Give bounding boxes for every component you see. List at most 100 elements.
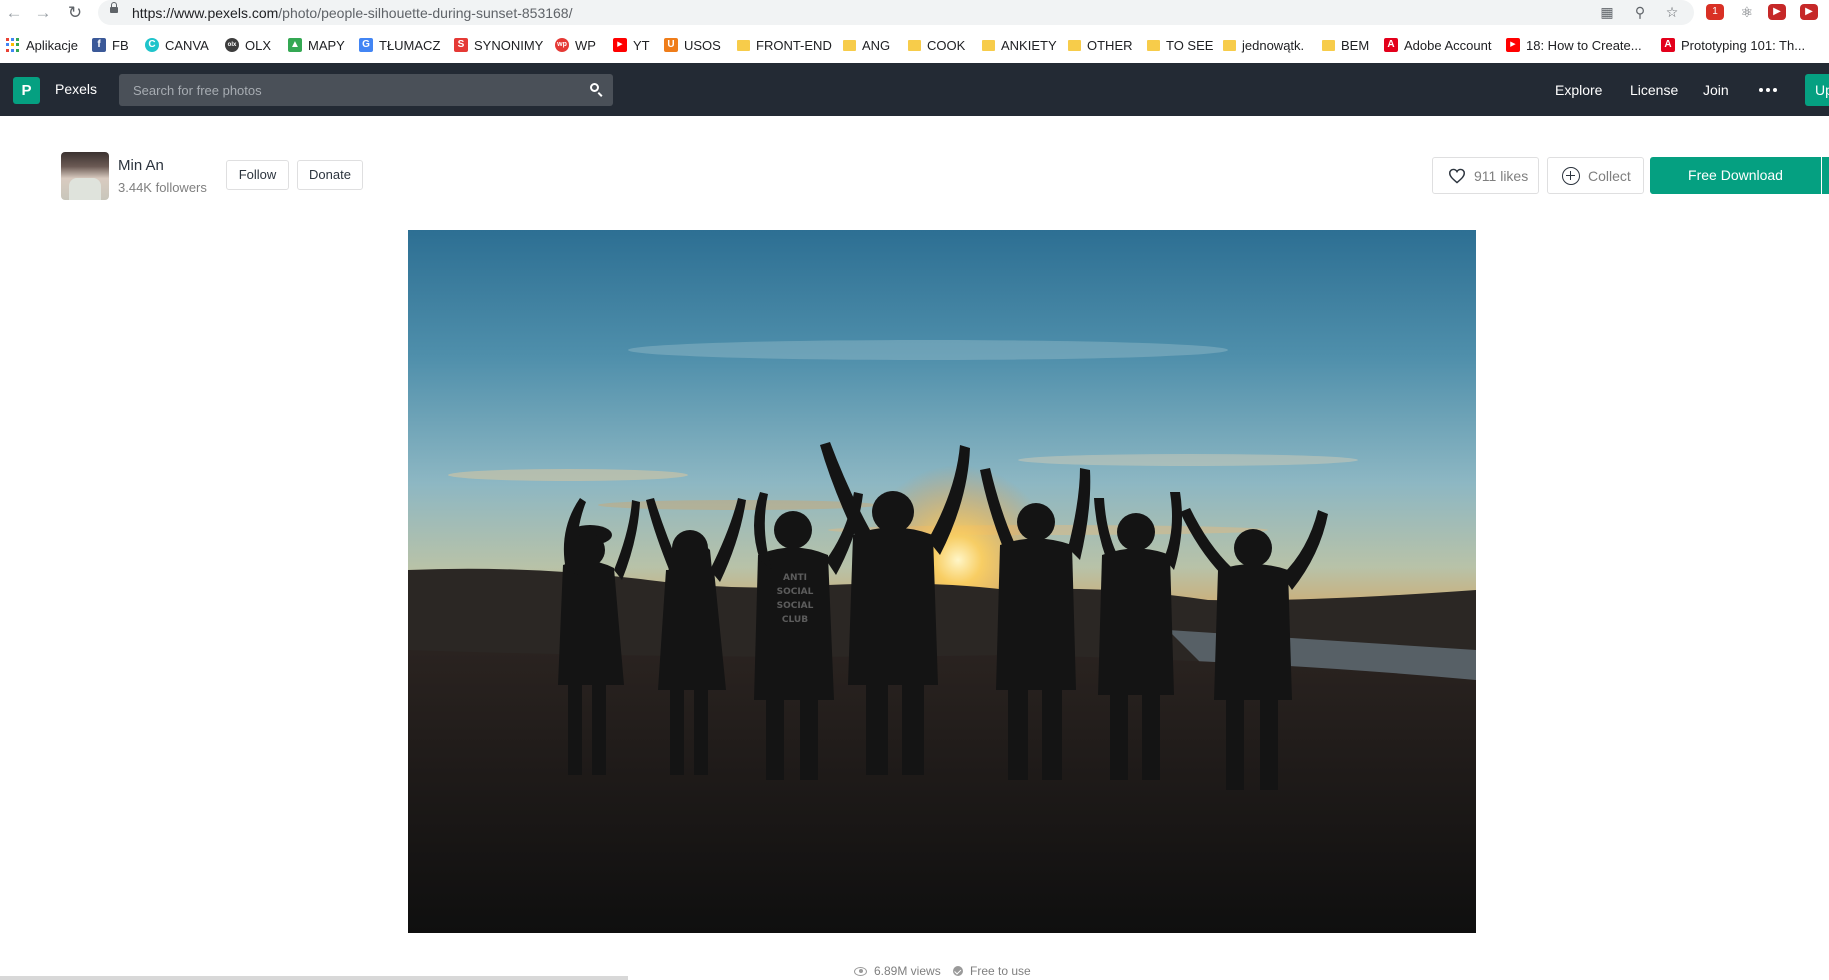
bookmark-usos[interactable]: U USOS [664, 37, 721, 53]
horizontal-scrollbar[interactable] [0, 976, 628, 980]
back-arrow-icon[interactable]: ← [4, 3, 24, 23]
bookmark-tlumacz[interactable]: G TŁUMACZ [359, 37, 440, 53]
brand-name[interactable]: Pexels [55, 81, 97, 97]
bookmark-folder[interactable]: ANKIETY [982, 37, 1057, 53]
forward-arrow-icon[interactable]: → [33, 3, 53, 23]
extension-icon[interactable]: 1 [1706, 4, 1724, 20]
bookmark-label: YT [633, 37, 650, 53]
bookmark-yt[interactable]: ▶ YT [613, 37, 650, 53]
lock-icon [110, 2, 118, 13]
google-translate-icon: G [359, 38, 373, 52]
main-photo[interactable]: ANTI SOCIAL SOCIAL CLUB [408, 230, 1476, 933]
eye-icon [854, 966, 867, 976]
bookmark-fb[interactable]: f FB [92, 37, 129, 53]
nav-join[interactable]: Join [1703, 82, 1729, 98]
bookmark-wp[interactable]: wp WP [555, 37, 596, 53]
star-icon[interactable]: ☆ [1663, 3, 1681, 21]
license-stat[interactable]: Free to use [953, 964, 1031, 978]
google-maps-icon: ▲ [288, 38, 302, 52]
folder-icon [1223, 39, 1236, 51]
reload-icon[interactable]: ↻ [65, 3, 85, 23]
canva-icon: C [145, 38, 159, 52]
bookmark-label: SYNONIMY [474, 37, 544, 53]
heart-icon [1448, 168, 1466, 184]
extension-red-icon[interactable]: ▶ [1768, 4, 1786, 20]
bookmark-label: BEM [1341, 37, 1370, 53]
bookmark-olx[interactable]: olx OLX [225, 37, 271, 53]
like-button[interactable]: 911 likes [1432, 157, 1539, 194]
bookmark-label: TO SEE [1166, 37, 1214, 53]
more-dots-icon[interactable] [1759, 88, 1777, 92]
bookmark-folder[interactable]: COOK [908, 37, 965, 53]
browser-address-bar: ← → ↻ https://www.pexels.com/photo/peopl… [0, 0, 1829, 27]
shirt-print-line: SOCIAL [777, 601, 814, 611]
bookmark-label: OLX [245, 37, 272, 53]
free-download-button[interactable]: Free Download [1650, 157, 1821, 194]
upload-button[interactable]: Up [1805, 74, 1829, 106]
bookmark-label: FB [112, 37, 129, 53]
url-field[interactable]: https://www.pexels.com/photo/people-silh… [98, 0, 1694, 25]
bookmark-youtube-video[interactable]: ▶ 18: How to Create... [1506, 37, 1642, 53]
collect-label: Collect [1588, 168, 1631, 184]
search-input[interactable] [133, 74, 573, 106]
youtube-icon: ▶ [613, 38, 627, 52]
search-icon[interactable] [590, 83, 599, 92]
bookmark-prototyping[interactable]: A Prototyping 101: Th... [1661, 37, 1805, 53]
bookmark-adobe-account[interactable]: A Adobe Account [1384, 37, 1491, 53]
bookmark-label: WP [575, 37, 596, 53]
folder-icon [1068, 39, 1081, 51]
shirt-print-line: ANTI [783, 573, 807, 583]
bookmark-synonimy[interactable]: S SYNONIMY [454, 37, 543, 53]
translate-icon[interactable]: ▦ [1598, 3, 1616, 21]
author-name[interactable]: Min An [118, 157, 164, 174]
bookmark-apps[interactable]: Aplikacje [6, 37, 78, 53]
bookmark-folder[interactable]: ANG [843, 37, 890, 53]
u-icon: U [664, 38, 678, 52]
bookmark-label: FRONT-END [756, 37, 832, 53]
bookmark-folder[interactable]: TO SEE [1147, 37, 1213, 53]
bookmark-canva[interactable]: C CANVA [145, 37, 209, 53]
zoom-icon[interactable]: ⚲ [1631, 3, 1649, 21]
site-header: P Pexels Explore License Join Up [0, 63, 1829, 116]
bookmark-label: CANVA [165, 37, 209, 53]
adobe-icon: A [1661, 38, 1675, 52]
folder-icon [737, 39, 750, 51]
bookmark-label: 18: How to Create... [1526, 37, 1642, 53]
follow-button[interactable]: Follow [226, 160, 289, 190]
donate-button[interactable]: Donate [297, 160, 363, 190]
bookmark-label: OTHER [1087, 37, 1133, 53]
react-devtools-icon[interactable]: ⚛ [1738, 4, 1756, 20]
bookmark-folder[interactable]: BEM [1322, 37, 1369, 53]
download-options-button[interactable] [1822, 157, 1829, 194]
photo-silhouette-illustration: ANTI SOCIAL SOCIAL CLUB [408, 340, 1476, 933]
check-circle-icon [953, 966, 963, 976]
bookmark-label: ANG [862, 37, 891, 53]
nav-explore[interactable]: Explore [1555, 82, 1602, 98]
bookmark-label: COOK [927, 37, 966, 53]
url-text: https://www.pexels.com/photo/people-silh… [132, 5, 573, 21]
folder-icon [1322, 39, 1335, 51]
bookmark-folder[interactable]: FRONT-END [737, 37, 832, 53]
bookmark-label: TŁUMACZ [379, 37, 441, 53]
folder-icon [982, 39, 995, 51]
search-bar [119, 74, 613, 106]
extension-red-icon[interactable]: ▶ [1800, 4, 1818, 20]
likes-count: 911 likes [1474, 168, 1529, 184]
avatar[interactable] [61, 152, 109, 200]
nav-license[interactable]: License [1630, 82, 1678, 98]
youtube-icon: ▶ [1506, 38, 1520, 52]
bookmark-folder[interactable]: jednowątk. [1223, 37, 1304, 53]
bookmark-mapy[interactable]: ▲ MAPY [288, 37, 345, 53]
collect-button[interactable]: Collect [1547, 157, 1644, 194]
bookmark-folder[interactable]: OTHER [1068, 37, 1133, 53]
folder-icon [843, 39, 856, 51]
pexels-logo-icon[interactable]: P [13, 77, 40, 104]
bookmark-label: jednowątk. [1242, 37, 1305, 53]
facebook-icon: f [92, 38, 106, 52]
adobe-icon: A [1384, 38, 1398, 52]
s-icon: S [454, 38, 468, 52]
folder-icon [908, 39, 921, 51]
license-label: Free to use [970, 964, 1031, 978]
bookmark-label: USOS [684, 37, 721, 53]
shirt-print-line: SOCIAL [777, 587, 814, 597]
